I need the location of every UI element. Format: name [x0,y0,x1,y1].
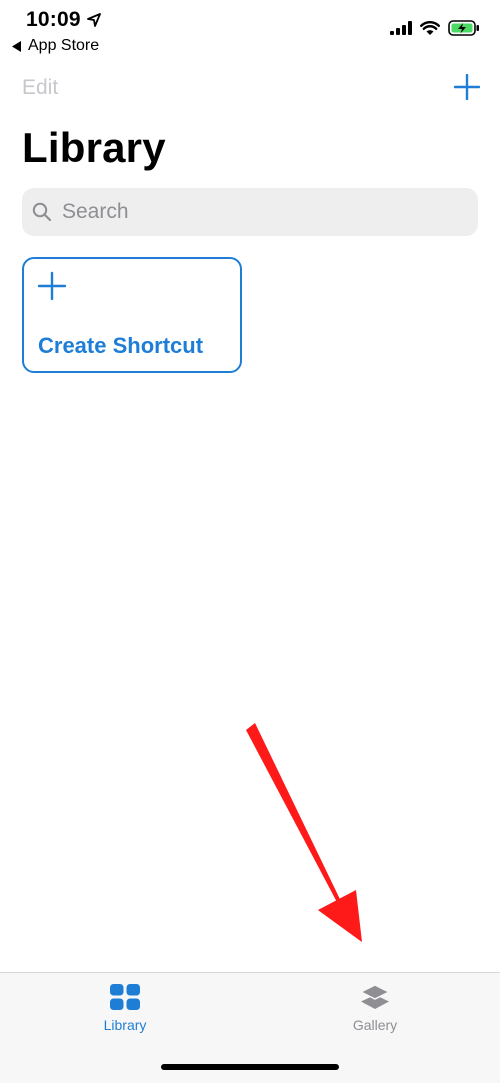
location-arrow-icon [86,13,101,27]
home-indicator [161,1064,339,1070]
shortcuts-library-screen: 10:09 App Store Edit Library Search Crea… [0,0,500,1083]
page-title: Library [22,124,166,171]
search-input[interactable] [60,199,464,225]
tab-library[interactable]: Library [65,983,185,1033]
layers-icon [359,984,391,1009]
grid-icon [110,984,140,1010]
back-label: App Store [28,37,100,54]
back-triangle-icon [12,40,21,52]
create-shortcut-card[interactable]: Create Shortcut [22,257,242,373]
wifi-icon [420,20,440,35]
add-shortcut-plus-icon[interactable] [454,74,480,100]
battery-charging-icon [448,20,479,36]
edit-button[interactable]: Edit [22,76,58,100]
plus-icon [37,271,67,301]
search-icon [32,202,52,222]
tab-gallery[interactable]: Gallery [315,983,435,1033]
back-to-app-store[interactable]: App Store [12,37,99,55]
tab-library-label: Library [103,1017,147,1033]
search-bar[interactable] [22,188,478,236]
status-time: 10:09 [26,8,101,32]
cellular-signal-icon [390,21,412,35]
tab-gallery-label: Gallery [352,1017,398,1033]
status-time-text: 10:09 [26,8,81,31]
create-shortcut-label: Create Shortcut [38,333,204,358]
status-indicators [390,20,480,36]
